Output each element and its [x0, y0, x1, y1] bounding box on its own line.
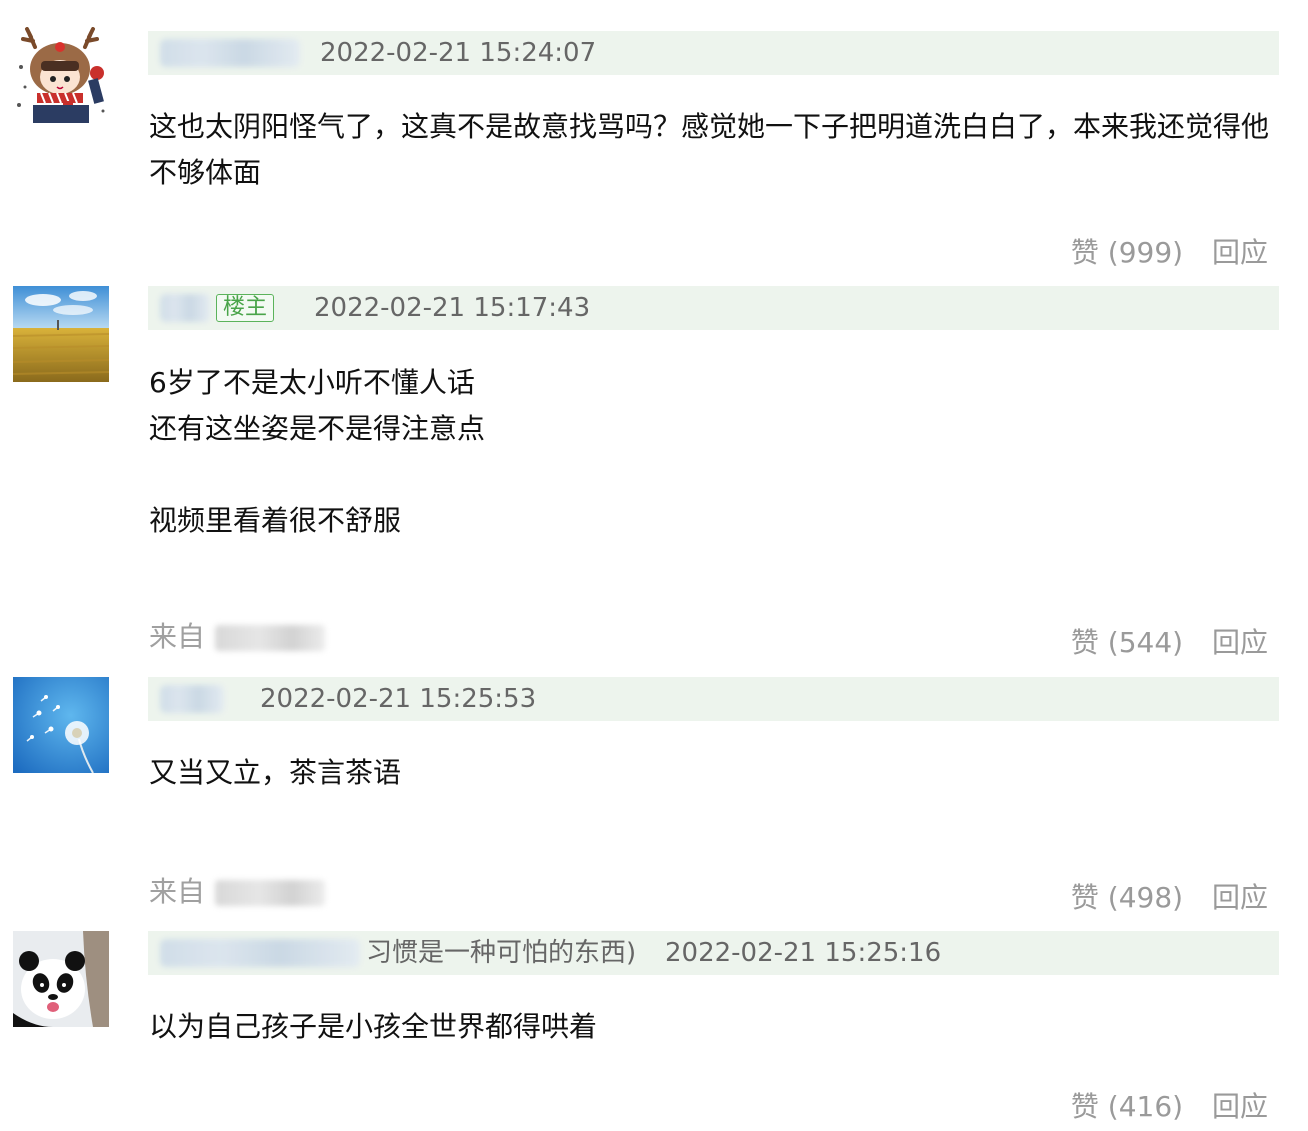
- reply-button[interactable]: 回应: [1212, 626, 1268, 659]
- comment-timestamp: 2022-02-21 15:24:07: [320, 38, 597, 68]
- comment-line: 以为自己孩子是小孩全世界都得哄着: [149, 1010, 598, 1043]
- reindeer-girl-avatar-icon: [13, 27, 109, 123]
- comment-line: 这也太阴阳怪气了，这真不是故意找骂吗？感觉她一下子把明道洗白白了，本来我还觉得他: [149, 110, 1270, 143]
- comment-header: 楼主 2022-02-21 15:17:43: [148, 286, 1279, 330]
- like-button[interactable]: 赞 (498): [1071, 881, 1183, 914]
- avatar[interactable]: [13, 27, 109, 123]
- comment-line: 6岁了不是太小听不懂人话: [149, 366, 475, 399]
- comment-line: 不够体面: [149, 156, 262, 189]
- reply-button[interactable]: 回应: [1212, 881, 1268, 914]
- dandelion-avatar-icon: [13, 677, 109, 773]
- source-label: 来自: [149, 875, 206, 908]
- comment-line: 还有这坐姿是不是得注意点: [149, 412, 486, 445]
- like-button[interactable]: 赞 (999): [1071, 236, 1183, 269]
- reply-button[interactable]: 回应: [1212, 1090, 1268, 1123]
- comment-blank-line: [149, 452, 1279, 498]
- op-badge: 楼主: [216, 294, 275, 322]
- comment-actions: 赞 (416) 回应: [1071, 1085, 1268, 1125]
- avatar[interactable]: [13, 677, 109, 773]
- username-redacted[interactable]: [160, 939, 360, 967]
- comment-timestamp: 2022-02-21 15:17:43: [314, 293, 591, 323]
- source-label: 来自: [149, 620, 206, 653]
- reply-button[interactable]: 回应: [1212, 236, 1268, 269]
- comment-actions: 赞 (498) 回应: [1071, 876, 1268, 916]
- username-redacted[interactable]: [160, 294, 210, 322]
- comment-content: 又当又立，茶言茶语: [149, 750, 1279, 796]
- comment-line: 视频里看着很不舒服: [149, 504, 402, 537]
- like-button[interactable]: 赞 (416): [1071, 1090, 1183, 1123]
- comment-line: 又当又立，茶言茶语: [149, 756, 402, 789]
- comment-header: 2022-02-21 15:24:07: [148, 31, 1279, 75]
- comment-header: 2022-02-21 15:25:53: [148, 677, 1279, 721]
- avatar[interactable]: [13, 931, 109, 1027]
- wheat-field-avatar-icon: [13, 286, 109, 382]
- comment-actions: 赞 (999) 回应: [1071, 231, 1268, 271]
- comment-timestamp: 2022-02-21 15:25:16: [665, 938, 942, 968]
- source-info: 来自: [149, 615, 326, 655]
- comment-header: 习惯是一种可怕的东西) 2022-02-21 15:25:16: [148, 931, 1279, 975]
- comment-content: 以为自己孩子是小孩全世界都得哄着: [149, 1004, 1279, 1050]
- username-redacted[interactable]: [160, 685, 224, 713]
- source-info: 来自: [149, 870, 326, 910]
- username-redacted[interactable]: [160, 39, 300, 67]
- comment-content: 这也太阴阳怪气了，这真不是故意找骂吗？感觉她一下子把明道洗白白了，本来我还觉得他…: [149, 104, 1279, 196]
- panda-avatar-icon: [13, 931, 109, 1027]
- comment-actions: 赞 (544) 回应: [1071, 621, 1268, 661]
- username-suffix: 习惯是一种可怕的东西): [366, 938, 637, 968]
- comment-timestamp: 2022-02-21 15:25:53: [260, 684, 537, 714]
- comment-content: 6岁了不是太小听不懂人话 还有这坐姿是不是得注意点 视频里看着很不舒服: [149, 360, 1279, 544]
- source-redacted[interactable]: [215, 880, 326, 906]
- source-redacted[interactable]: [215, 625, 326, 651]
- avatar[interactable]: [13, 286, 109, 382]
- like-button[interactable]: 赞 (544): [1071, 626, 1183, 659]
